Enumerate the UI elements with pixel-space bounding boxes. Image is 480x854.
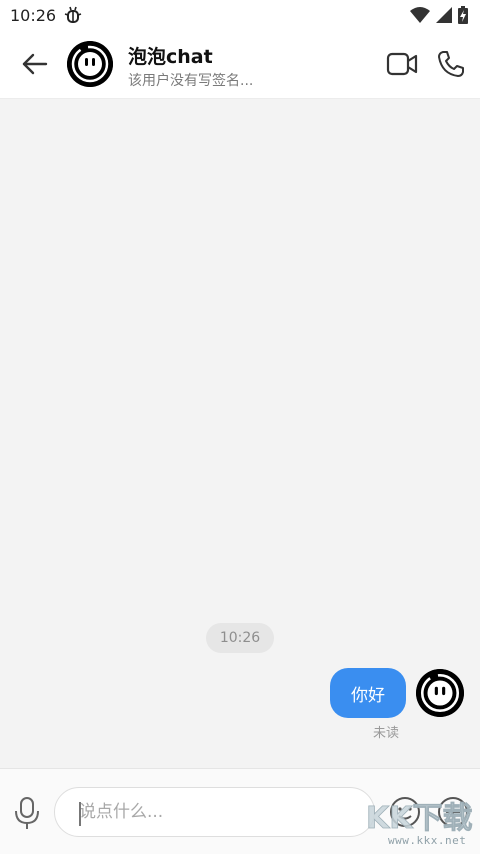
emoji-icon[interactable] [389,796,421,828]
contact-avatar[interactable] [67,41,113,87]
battery-charging-icon [458,6,468,24]
phone-icon[interactable] [436,49,466,79]
status-bar: 10:26 [0,0,480,30]
watermark-url: www.kkx.net [388,834,467,847]
plus-icon[interactable] [437,796,469,828]
status-right [410,6,468,24]
outgoing-message-bubble[interactable]: 你好 [330,668,406,718]
signal-icon [436,7,452,23]
text-caret [79,802,81,826]
bug-icon [64,6,82,23]
contact-signature: 该用户没有写签名... [128,73,254,89]
contact-name: 泡泡chat [128,46,213,68]
avatar-logo-icon [67,41,113,87]
avatar-logo-icon [416,669,464,717]
time-divider: 10:26 [206,623,274,653]
video-call-icon[interactable] [386,50,418,78]
microphone-icon[interactable] [13,796,41,830]
status-time: 10:26 [10,5,57,25]
my-avatar[interactable] [416,669,464,717]
message-input[interactable] [54,787,375,837]
message-list[interactable]: 10:26 你好 未读 [0,99,480,768]
chat-header: 泡泡chat 该用户没有写签名... [0,30,480,99]
status-left: 10:26 [10,6,82,25]
wifi-icon [410,7,430,23]
message-read-status: 未读 [373,726,400,741]
back-arrow-icon[interactable] [20,50,50,78]
